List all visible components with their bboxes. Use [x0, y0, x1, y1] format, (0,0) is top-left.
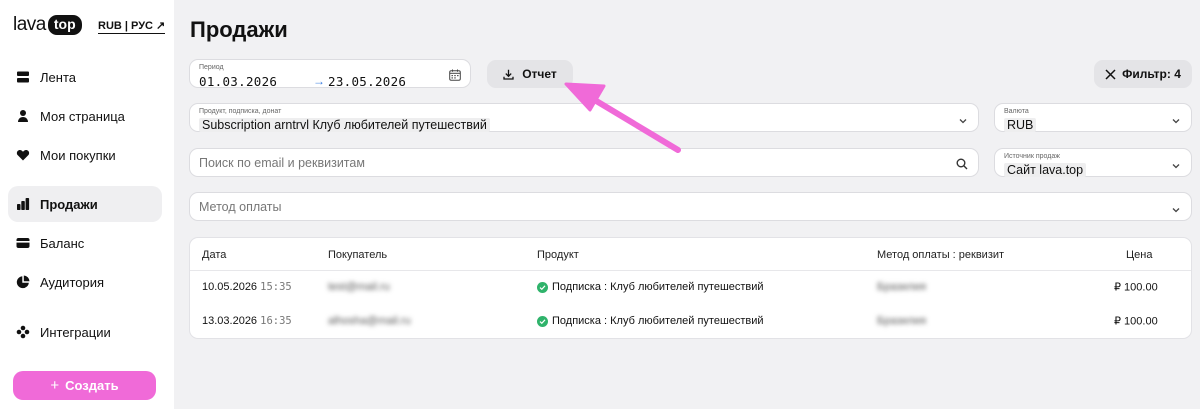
row-date-value: 10.05.2026: [202, 281, 258, 293]
row-product: Подписка : Клуб любителей путешествий: [537, 281, 764, 293]
filter-button[interactable]: Фильтр: 4: [1094, 60, 1192, 88]
search-placeholder: Поиск по email и реквизитам: [199, 155, 365, 170]
chevron-down-icon: [1171, 158, 1181, 168]
report-button-label: Отчет: [522, 67, 557, 81]
row-payment-method: Бразилия: [877, 281, 927, 293]
row-price: ₽ 100.00: [1114, 315, 1158, 328]
source-select[interactable]: Источник продаж Сайт lava.top: [994, 148, 1192, 177]
row-date: 13.03.2026 16:35: [202, 315, 292, 327]
currency-value: RUB: [1004, 118, 1037, 132]
period-from-input[interactable]: 01.03.2026: [199, 74, 277, 89]
payment-method-placeholder: Метод оплаты: [199, 199, 282, 214]
table-row[interactable]: 13.03.2026 16:35 alhosha@mail.ru Подписк…: [190, 304, 1191, 338]
chevron-down-icon: [1171, 202, 1181, 212]
sidebar-item-label: Мои покупки: [40, 147, 116, 163]
arrow-right-icon: →: [313, 74, 325, 88]
product-value: Subscription arntrvl Клуб любителей путе…: [199, 118, 490, 132]
sales-table: Дата Покупатель Продукт Метод оплаты : р…: [189, 237, 1192, 339]
logo[interactable]: lava top: [13, 14, 82, 36]
column-header-payment-method[interactable]: Метод оплаты : реквизит: [877, 249, 1004, 261]
sidebar-item-balance[interactable]: Баланс: [8, 225, 162, 261]
payment-method-select[interactable]: Метод оплаты: [189, 192, 1192, 221]
source-label: Источник продаж: [1004, 153, 1060, 160]
heart-icon: [16, 148, 30, 162]
check-circle-icon: [537, 316, 548, 327]
search-input[interactable]: Поиск по email и реквизитам: [189, 148, 979, 177]
sidebar: lava top RUB | РУС ↗ Лента Моя страница …: [0, 0, 174, 409]
row-buyer: test@mail.ru: [328, 281, 390, 293]
logo-badge: top: [47, 15, 82, 35]
integrations-icon: [16, 325, 30, 339]
close-icon: [1105, 68, 1116, 80]
sidebar-item-label: Интеграции: [40, 324, 111, 340]
create-button[interactable]: + Создать: [13, 371, 156, 400]
product-select[interactable]: Продукт, подписка, донат Subscription ar…: [189, 103, 979, 132]
search-icon[interactable]: [956, 157, 968, 169]
plus-icon: +: [50, 377, 60, 394]
column-header-product[interactable]: Продукт: [537, 249, 579, 261]
source-value: Сайт lava.top: [1004, 163, 1087, 177]
currency-select[interactable]: Валюта RUB: [994, 103, 1192, 132]
product-label: Продукт, подписка, донат: [199, 108, 282, 115]
sidebar-item-label: Продажи: [40, 196, 98, 212]
currency-label: Валюта: [1004, 108, 1029, 115]
sidebar-item-label: Аудитория: [40, 274, 105, 290]
chevron-down-icon: [958, 113, 968, 123]
create-button-label: Создать: [65, 378, 119, 393]
sidebar-item-label: Моя страница: [40, 108, 125, 124]
sidebar-item-purchases[interactable]: Мои покупки: [8, 137, 162, 173]
row-product: Подписка : Клуб любителей путешествий: [537, 315, 764, 327]
card-icon: [16, 236, 30, 250]
filter-button-label: Фильтр: 4: [1122, 67, 1181, 81]
page-title: Продажи: [190, 17, 288, 42]
row-buyer: alhosha@mail.ru: [328, 315, 411, 327]
row-product-value: Подписка : Клуб любителей путешествий: [552, 315, 764, 327]
period-label: Период: [199, 64, 224, 71]
sidebar-item-sales[interactable]: Продажи: [8, 186, 162, 222]
locale-switcher[interactable]: RUB | РУС ↗: [98, 19, 166, 34]
column-header-buyer[interactable]: Покупатель: [328, 249, 387, 261]
sidebar-item-feed[interactable]: Лента: [8, 59, 162, 95]
chevron-down-icon: [1171, 113, 1181, 123]
pie-chart-icon: [16, 275, 30, 289]
period-field[interactable]: Период 01.03.2026 → 23.05.2026: [189, 59, 471, 89]
feed-icon: [16, 70, 30, 84]
sidebar-item-my-page[interactable]: Моя страница: [8, 98, 162, 134]
check-circle-icon: [537, 282, 548, 293]
table-row[interactable]: 10.05.2026 15:35 test@mail.ru Подписка :…: [190, 270, 1191, 304]
row-payment-method: Бразилия: [877, 315, 927, 327]
sidebar-item-audience[interactable]: Аудитория: [8, 264, 162, 300]
row-time-value: 15:35: [260, 281, 292, 293]
column-header-price[interactable]: Цена: [1126, 249, 1152, 261]
period-to-input[interactable]: 23.05.2026: [328, 74, 406, 89]
report-button[interactable]: Отчет: [487, 60, 573, 88]
download-icon: [503, 69, 514, 80]
row-product-value: Подписка : Клуб любителей путешествий: [552, 281, 764, 293]
logo-text: lava: [13, 14, 46, 35]
sidebar-item-label: Баланс: [40, 235, 85, 251]
row-date-value: 13.03.2026: [202, 315, 258, 327]
user-icon: [16, 109, 30, 123]
column-header-date[interactable]: Дата: [202, 249, 226, 261]
sidebar-item-integrations[interactable]: Интеграции: [8, 314, 162, 350]
row-price: ₽ 100.00: [1114, 281, 1158, 294]
bar-chart-icon: [16, 197, 30, 211]
row-time-value: 16:35: [260, 315, 292, 327]
row-date: 10.05.2026 15:35: [202, 281, 292, 293]
calendar-icon[interactable]: [449, 68, 461, 81]
sidebar-item-label: Лента: [40, 69, 76, 85]
